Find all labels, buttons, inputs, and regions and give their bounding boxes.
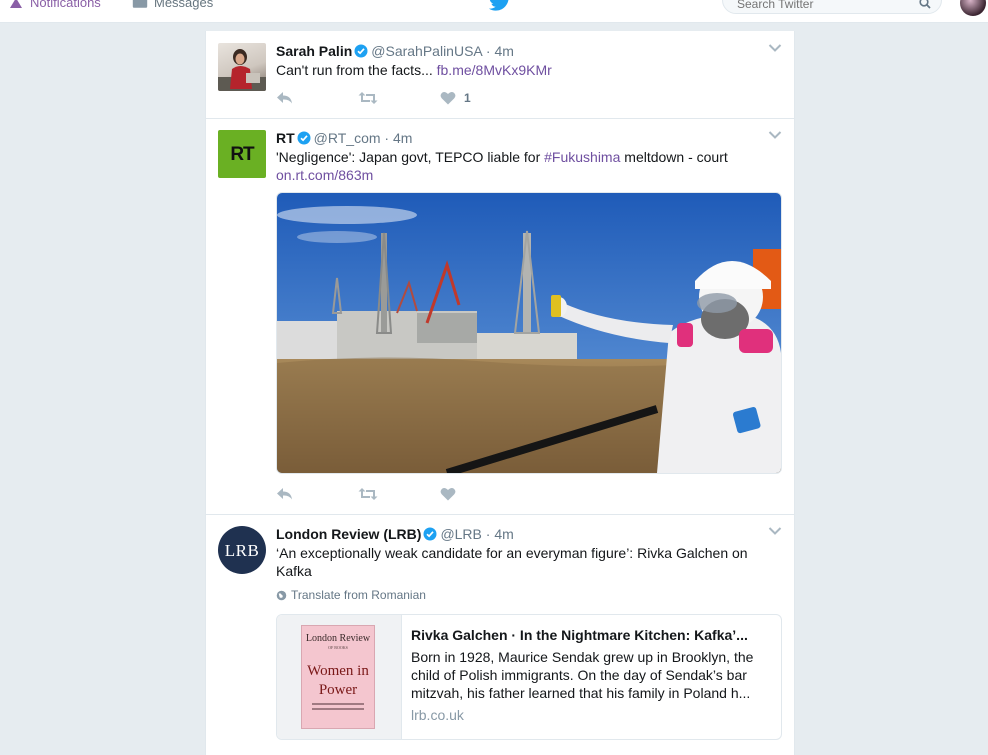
timeline-stream: Sarah Palin @SarahPalinUSA · 4m Can't run… (205, 31, 795, 755)
avatar[interactable] (218, 43, 266, 91)
chevron-down-icon[interactable] (768, 130, 782, 140)
rt-logo-text: RT (230, 144, 254, 165)
cover-masthead: London Review (305, 633, 371, 644)
tweet-username[interactable]: @LRB (440, 526, 481, 542)
tweet-username[interactable]: @RT_com (314, 130, 381, 146)
chevron-down-icon[interactable] (768, 526, 782, 536)
cover-title: Women in Power (307, 663, 369, 698)
search-box[interactable] (722, 0, 942, 14)
tweet-link[interactable]: on.rt.com/863m (276, 167, 373, 183)
tweet-fullname[interactable]: Sarah Palin (276, 43, 352, 59)
tweet-timestamp[interactable]: 4m (393, 130, 412, 146)
tweet-header: London Review (LRB) @LRB · 4m (276, 525, 782, 543)
avatar[interactable]: LRB (218, 526, 266, 574)
tweet-actions: 1 (276, 91, 576, 109)
bell-icon (10, 0, 22, 8)
globe-icon (276, 590, 287, 600)
verified-badge-icon (423, 527, 437, 541)
tweet-timestamp[interactable]: 4m (494, 526, 513, 542)
card-domain: lrb.co.uk (411, 707, 464, 723)
hashtag-link[interactable]: #Fukushima (544, 149, 620, 165)
reply-button[interactable] (276, 91, 294, 105)
like-count: 1 (464, 91, 471, 105)
verified-badge-icon (297, 131, 311, 145)
account-avatar[interactable] (960, 0, 986, 16)
tweet-lrb[interactable]: LRB London Review (LRB) @LRB · 4m ‘An exc… (206, 514, 794, 755)
card-description: Born in 1928, Maurice Sendak grew up in … (411, 649, 754, 701)
avatar[interactable]: RT (218, 130, 266, 178)
translate-label[interactable]: Translate from Romanian (291, 588, 426, 602)
reply-button[interactable] (276, 487, 294, 501)
tweet-sarah-palin[interactable]: Sarah Palin @SarahPalinUSA · 4m Can't run… (206, 31, 794, 119)
tweet-text-after: meltdown - court (624, 149, 728, 165)
tweet-header: Sarah Palin @SarahPalinUSA · 4m (276, 42, 782, 60)
tweet-photo[interactable] (276, 192, 782, 474)
twitter-bird-icon[interactable] (488, 0, 512, 12)
retweet-button[interactable] (358, 91, 378, 105)
tweet-link[interactable]: fb.me/8MvKx9KMr (437, 62, 552, 78)
link-card[interactable]: London Review OF BOOKS Women in Power Ri… (276, 614, 782, 740)
chevron-down-icon[interactable] (768, 43, 782, 53)
card-thumbnail: London Review OF BOOKS Women in Power (277, 615, 402, 739)
cover-subtitle: OF BOOKS (328, 645, 348, 650)
heart-icon (440, 92, 456, 105)
retweet-icon (358, 92, 378, 104)
tweet-text-before: 'Negligence': Japan govt, TEPCO liable f… (276, 149, 541, 165)
like-button[interactable]: 1 (440, 91, 471, 105)
like-button[interactable] (440, 487, 456, 501)
tweet-text-body: Can't run from the facts... (276, 62, 433, 78)
tweet-fullname[interactable]: London Review (LRB) (276, 526, 421, 542)
tweet-header: RT @RT_com · 4m (276, 129, 782, 147)
profile-photo-icon (218, 49, 266, 91)
tweet-rt[interactable]: RT RT @RT_com · 4m 'Negligence': Japan go… (206, 118, 794, 515)
reply-icon (277, 92, 292, 104)
heart-icon (440, 488, 456, 501)
tweet-separator: · (485, 43, 491, 59)
top-nav-bar: Notifications Messages (0, 0, 988, 23)
nav-notifications-label: Notifications (30, 0, 101, 10)
card-body: Rivka Galchen · In the Nightmare Kitchen… (411, 627, 771, 723)
envelope-icon (132, 0, 148, 8)
retweet-button[interactable] (358, 487, 378, 501)
tweet-username[interactable]: @SarahPalinUSA (371, 43, 482, 59)
card-title[interactable]: Rivka Galchen · In the Nightmare Kitchen… (411, 627, 771, 643)
tweet-text: 'Negligence': Japan govt, TEPCO liable f… (276, 148, 782, 184)
magnifier-icon[interactable] (919, 0, 931, 9)
retweet-icon (358, 488, 378, 500)
tweet-separator: · (485, 526, 491, 542)
nav-messages-label: Messages (154, 0, 214, 10)
lrb-cover-image: London Review OF BOOKS Women in Power (301, 625, 375, 729)
lrb-logo-text: LRB (224, 541, 260, 560)
nav-messages[interactable]: Messages (132, 0, 213, 10)
reply-icon (277, 488, 292, 500)
tweet-timestamp[interactable]: 4m (494, 43, 513, 59)
tweet-text: ‘An exceptionally weak candidate for an … (276, 545, 748, 579)
search-input[interactable] (735, 0, 919, 12)
translate-tweet-link[interactable]: Translate from Romanian (276, 588, 426, 602)
fukushima-photo (277, 193, 781, 473)
cover-text-line (312, 708, 364, 710)
verified-badge-icon (354, 44, 368, 58)
tweet-text: Can't run from the facts... fb.me/8MvKx9… (276, 61, 782, 79)
cover-text-line (312, 703, 364, 705)
tweet-actions (276, 487, 576, 505)
nav-notifications[interactable]: Notifications (8, 0, 101, 10)
tweet-fullname[interactable]: RT (276, 130, 295, 146)
tweet-separator: · (384, 130, 390, 146)
